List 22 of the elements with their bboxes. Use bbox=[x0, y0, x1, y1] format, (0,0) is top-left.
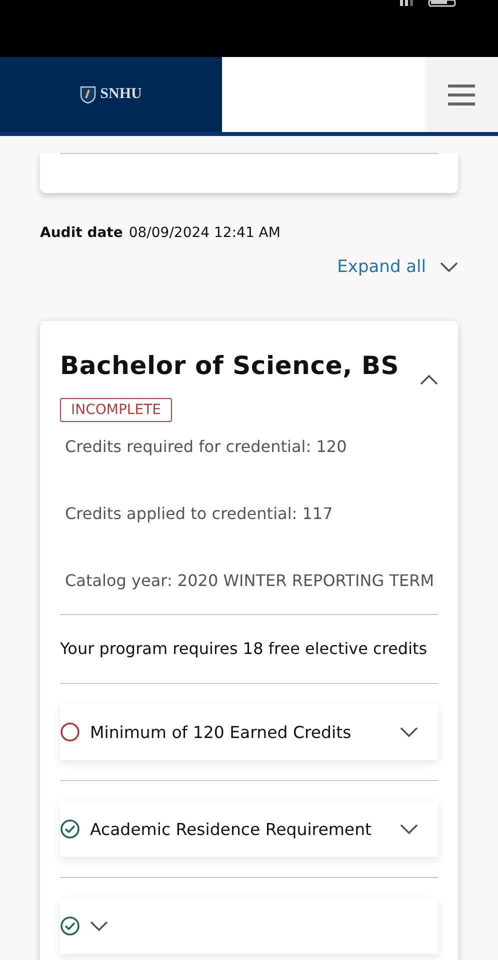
credential-title: Bachelor of Science, BS bbox=[60, 351, 400, 380]
chevron-down-icon bbox=[90, 920, 108, 932]
expand-all-button[interactable]: Expand all bbox=[337, 257, 458, 277]
audit-date-label: Audit date bbox=[40, 225, 123, 241]
requirement-row[interactable]: Minimum of 120 Earned Credits bbox=[60, 704, 438, 760]
shield-icon bbox=[80, 86, 96, 104]
chevron-down-icon bbox=[440, 262, 458, 272]
logo[interactable]: SNHU bbox=[0, 57, 222, 132]
status-badge: INCOMPLETE bbox=[60, 398, 172, 422]
requirement-row[interactable]: Academic Residence Requirement bbox=[60, 801, 438, 857]
elective-note: Your program requires 18 free elective credits bbox=[60, 638, 428, 660]
logo-text: SNHU bbox=[100, 86, 142, 103]
credential-fact: Credits required for credential: 120 bbox=[64, 436, 348, 458]
credential-fact: Credits applied to credential: 117 bbox=[64, 503, 334, 525]
menu-button[interactable] bbox=[425, 57, 498, 132]
audit-date-value: 08/09/2024 12:41 AM bbox=[128, 225, 280, 241]
menu-icon bbox=[448, 84, 475, 106]
battery-icon bbox=[428, 0, 458, 7]
chevron-up-icon bbox=[420, 374, 438, 385]
chevron-down-icon bbox=[400, 824, 418, 834]
credential-fact: Catalog year: 2020 WINTER REPORTING TERM bbox=[64, 570, 435, 592]
chevron-down-icon bbox=[400, 726, 418, 738]
